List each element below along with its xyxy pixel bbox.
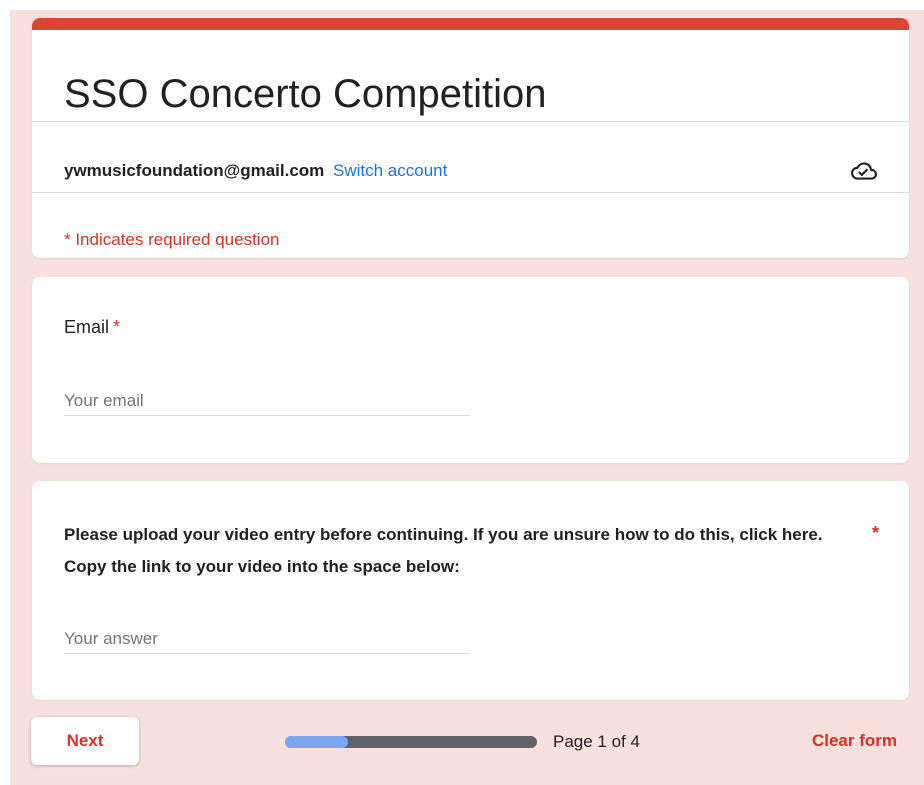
question-card-email: Email * (32, 277, 909, 463)
question-label-video-link: Please upload your video entry before co… (64, 525, 823, 576)
video-link-input[interactable] (64, 624, 470, 654)
required-star: * (871, 523, 879, 543)
clear-form-button[interactable]: Clear form (812, 730, 897, 752)
question-card-video-link: Please upload your video entry before co… (32, 481, 909, 700)
header-accent-stripe (32, 18, 909, 30)
question-text: Email (64, 317, 110, 337)
required-question-note: * Indicates required question (64, 230, 280, 249)
form-header-card: SSO Concerto Competition ywmusicfoundati… (32, 18, 909, 258)
page-indicator: Page 1 of 4 (553, 732, 640, 751)
form-title: SSO Concerto Competition (64, 72, 547, 116)
question-label-email: Email * (64, 315, 120, 339)
account-row: ywmusicfoundation@gmail.com Switch accou… (64, 160, 447, 182)
account-divider (32, 192, 909, 193)
switch-account-link[interactable]: Switch account (333, 161, 447, 180)
account-email: ywmusicfoundation@gmail.com (64, 161, 325, 180)
required-star: * (113, 317, 121, 337)
next-button[interactable]: Next (31, 717, 139, 765)
progress-bar (285, 736, 537, 748)
cloud-done-icon (851, 162, 877, 180)
progress-bar-fill (285, 736, 348, 748)
header-divider (32, 121, 909, 122)
email-input[interactable] (64, 386, 470, 416)
